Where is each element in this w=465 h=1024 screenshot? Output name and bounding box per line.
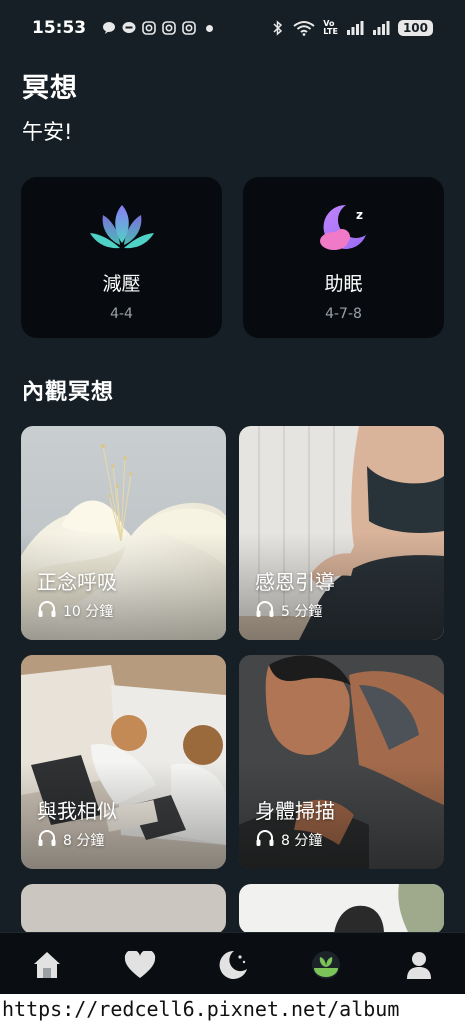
status-bar: 15:53 Vo LTE 100: [0, 0, 465, 56]
meditation-title: 正念呼吸: [37, 570, 117, 594]
greeting-text: 午安!: [22, 120, 73, 144]
battery-icon: 100: [397, 20, 433, 36]
status-time: 15:53: [32, 18, 87, 38]
dot-icon: [206, 24, 214, 32]
meditation-card-partial[interactable]: [239, 884, 444, 934]
svg-text:z: z: [356, 208, 363, 222]
nav-profile[interactable]: [394, 942, 444, 992]
signal-icon: [372, 21, 390, 35]
quick-card-label: 助眠: [324, 273, 363, 295]
bottom-nav: [0, 932, 465, 1000]
signal-icon: [346, 21, 364, 35]
instagram-icon: [142, 21, 156, 35]
meditation-meta: 5 分鐘: [255, 600, 322, 622]
status-right: Vo LTE 100: [271, 20, 433, 36]
meditation-title: 感恩引導: [255, 570, 335, 594]
headphones-icon: [37, 829, 57, 851]
moon-sleep-icon: z: [311, 201, 377, 255]
meditation-title: 與我相似: [37, 799, 117, 823]
headphones-icon: [37, 600, 57, 622]
meditation-meta: 10 分鐘: [37, 600, 113, 622]
heart-icon: [124, 949, 156, 983]
line-icon: [122, 21, 136, 35]
partial-card-image: [21, 884, 226, 934]
volte-bottom: LTE: [323, 27, 338, 36]
quick-card-pattern: 4-4: [110, 306, 133, 322]
volte-icon: Vo LTE: [323, 20, 338, 36]
section-title: 內觀冥想: [22, 380, 115, 405]
meditation-duration: 8 分鐘: [63, 833, 105, 849]
quick-card-label: 減壓: [102, 273, 141, 295]
home-icon: [31, 950, 63, 984]
bluetooth-icon: [271, 20, 285, 36]
quick-card-stress-relief[interactable]: 減壓 4-4: [21, 177, 222, 338]
quick-card-sleep[interactable]: z 助眠 4-7-8: [243, 177, 444, 338]
meditation-meta: 8 分鐘: [255, 829, 322, 851]
moon-icon: [218, 950, 248, 984]
meditation-card-mindful-breathing[interactable]: 正念呼吸 10 分鐘: [21, 426, 226, 640]
lotus-icon: [89, 201, 155, 255]
user-icon: [405, 950, 433, 984]
nav-meditation[interactable]: [301, 942, 351, 992]
nav-sleep[interactable]: [208, 942, 258, 992]
meditation-title: 身體掃描: [255, 799, 335, 823]
meditation-card-partial[interactable]: [21, 884, 226, 934]
chat-bubble-icon: [102, 21, 116, 35]
watermark-url: https://redcell6.pixnet.net/album: [0, 994, 465, 1024]
nav-favorites[interactable]: [115, 942, 165, 992]
meditation-duration: 10 分鐘: [63, 604, 114, 620]
instagram-icon: [182, 21, 196, 35]
headphones-icon: [255, 600, 275, 622]
meditation-duration: 8 分鐘: [281, 833, 323, 849]
meditation-duration: 5 分鐘: [281, 604, 323, 620]
wifi-icon: [293, 21, 315, 36]
meditation-meta: 8 分鐘: [37, 829, 104, 851]
meditation-card-just-like-me[interactable]: 與我相似 8 分鐘: [21, 655, 226, 869]
quick-card-pattern: 4-7-8: [325, 306, 362, 322]
nav-home[interactable]: [22, 942, 72, 992]
sprout-icon: [311, 950, 341, 984]
instagram-icon: [162, 21, 176, 35]
partial-card-image: [239, 884, 444, 934]
page-title: 冥想: [22, 73, 78, 104]
meditation-card-gratitude-guide[interactable]: 感恩引導 5 分鐘: [239, 426, 444, 640]
meditation-card-body-scan[interactable]: 身體掃描 8 分鐘: [239, 655, 444, 869]
status-left: 15:53: [32, 18, 214, 38]
headphones-icon: [255, 829, 275, 851]
